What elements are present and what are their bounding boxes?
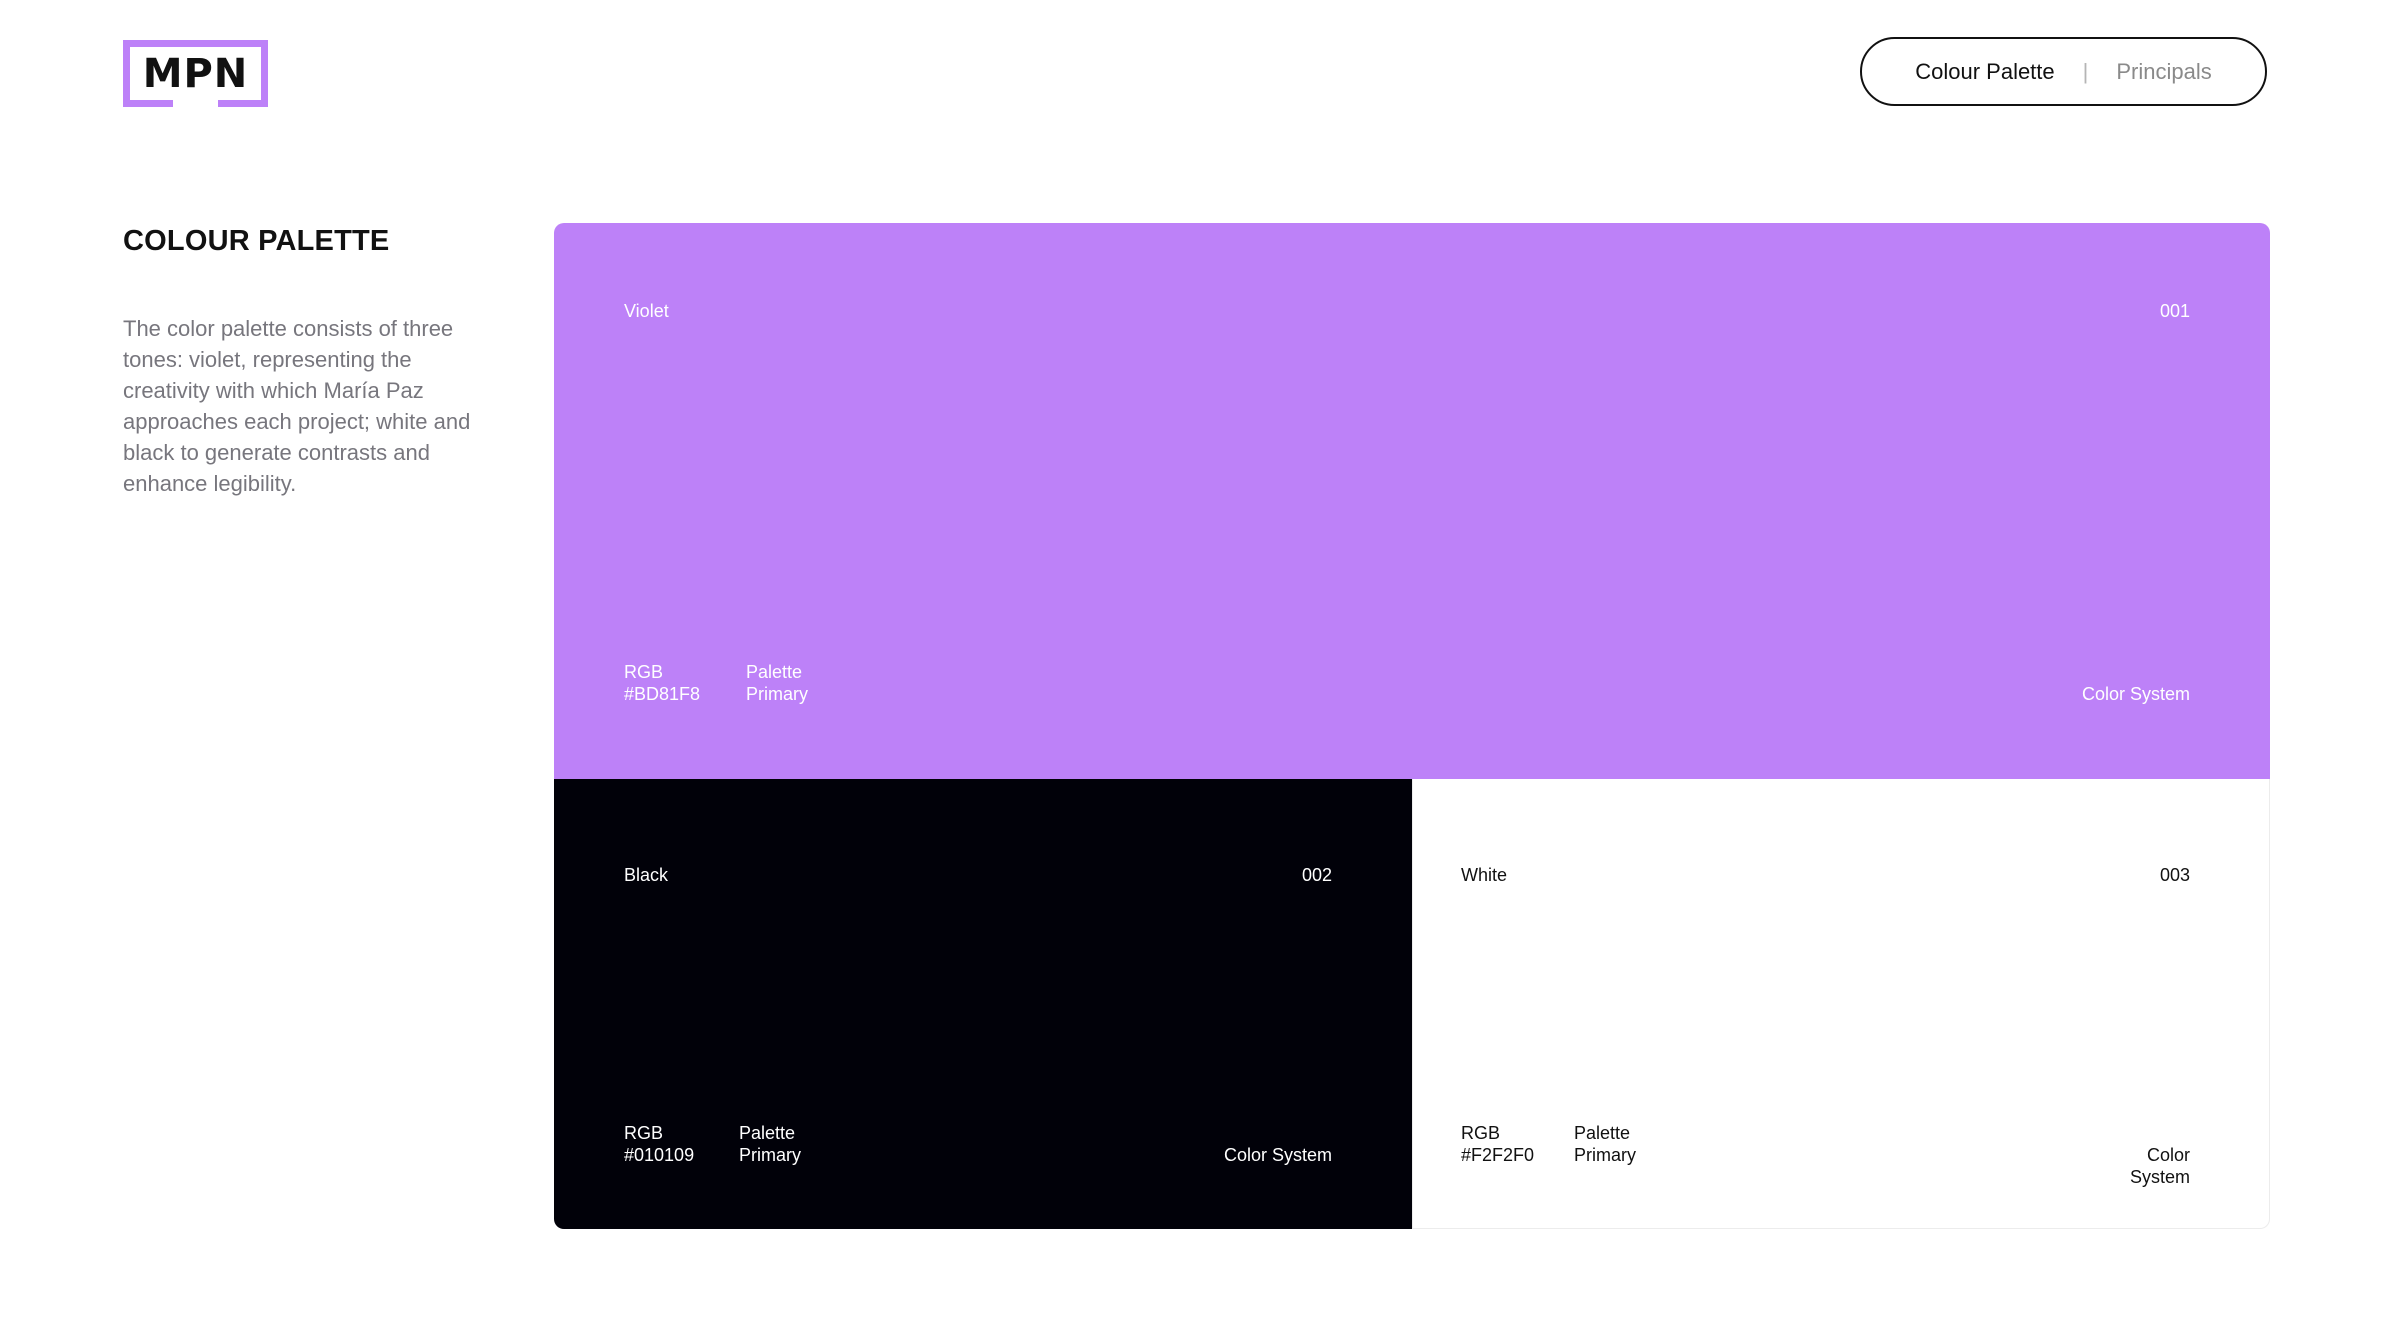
section-description: The color palette consists of three tone… (123, 316, 471, 496)
swatch-palette: Palette Primary (1574, 1123, 1636, 1165)
swatch-rgb-code: RGB #F2F2F0 (1461, 1123, 1535, 1165)
swatch-color-system: Color System (2081, 684, 2190, 704)
swatch-rgb-code: RGB #010109 (624, 1123, 695, 1165)
swatch-name: Black (624, 865, 669, 885)
nav-principals[interactable]: Principals (2116, 59, 2211, 85)
section-title: COLOUR PALETTE (123, 225, 390, 257)
top-nav: Colour Palette | Principals (1860, 37, 2267, 106)
swatch-name: White (1461, 865, 1508, 885)
swatch-color-system: Color System (1223, 1145, 1332, 1165)
swatch-number: 001 (2159, 301, 2190, 321)
logo-mark-icon: MPN (123, 40, 268, 107)
logo-text: MPN (143, 51, 249, 97)
swatch-number: 003 (2159, 865, 2190, 885)
swatch-color-system: Color System (2129, 1145, 2190, 1187)
swatch-palette: Palette Primary (739, 1123, 801, 1165)
swatch-rgb-code: RGB #BD81F8 (624, 662, 701, 704)
swatch-black: Black 002 RGB #010109 Palette Primary Co… (554, 779, 1412, 1229)
nav-colour-palette[interactable]: Colour Palette (1915, 59, 2054, 85)
mpn-logo[interactable]: MPN (123, 40, 268, 107)
swatch-violet: Violet 001 RGB #BD81F8 Palette Primary C… (554, 223, 2270, 779)
nav-divider: | (2082, 58, 2089, 84)
swatch-white: White 003 RGB #F2F2F0 Palette Primary Co… (1412, 779, 2270, 1229)
swatch-name: Violet (624, 301, 669, 321)
swatch-palette: Palette Primary (746, 662, 808, 704)
swatch-number: 002 (1301, 865, 1332, 885)
